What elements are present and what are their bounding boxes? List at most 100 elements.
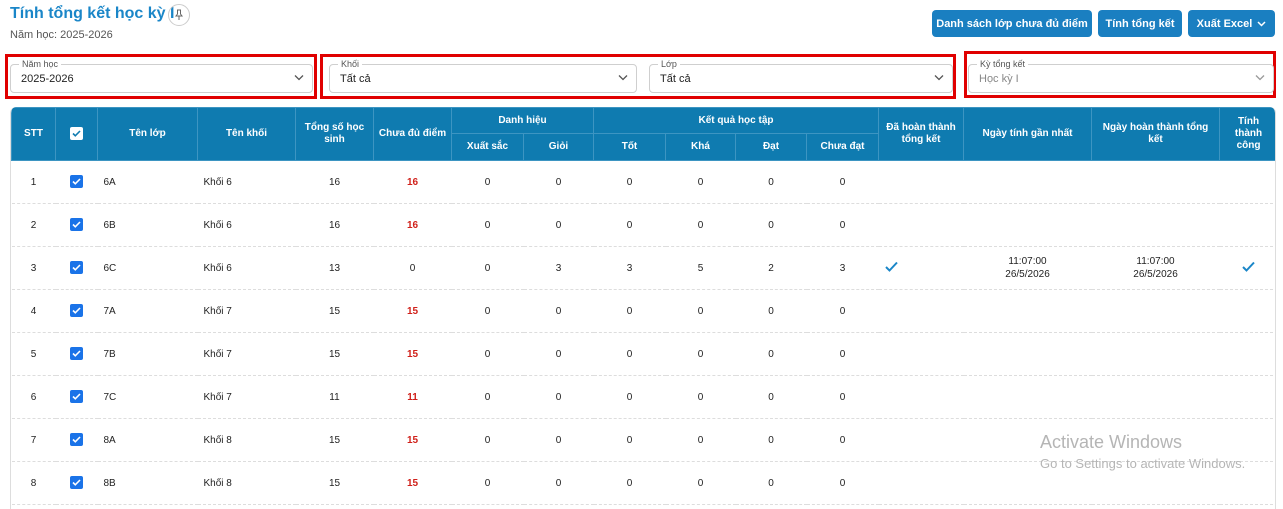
row-result-good: 0: [593, 289, 666, 333]
grade-value: Tất cả: [340, 73, 371, 85]
row-select-cell[interactable]: [55, 375, 98, 419]
row-total-students: 16: [295, 160, 374, 204]
row-checkbox[interactable]: [70, 476, 83, 490]
row-select-cell[interactable]: [55, 203, 98, 247]
pin-icon[interactable]: [168, 4, 190, 26]
row-success-cell: [1219, 160, 1275, 204]
header-incomplete: Chưa đủ điểm: [373, 107, 452, 161]
row-good: 0: [523, 160, 594, 204]
row-grade-name: Khối 6: [197, 160, 296, 204]
table-row: 5 7B Khối 7 15 15 0 0 0 0 0 0: [11, 332, 1275, 376]
row-class-name: 6C: [97, 246, 198, 290]
check-icon: [884, 261, 898, 275]
row-select-cell[interactable]: [55, 461, 98, 505]
row-result-pass: 0: [735, 418, 807, 462]
row-result-pass: 0: [735, 461, 807, 505]
select-all-checkbox[interactable]: [70, 127, 83, 141]
export-excel-button[interactable]: Xuất Excel: [1188, 10, 1275, 37]
row-select-cell[interactable]: [55, 332, 98, 376]
row-good: 0: [523, 461, 594, 505]
row-result-good: 0: [593, 461, 666, 505]
row-done-cell: [878, 289, 964, 333]
row-stt: 6: [11, 375, 56, 419]
school-year-select[interactable]: Năm học 2025-2026: [10, 59, 313, 93]
row-result-good: 0: [593, 203, 666, 247]
row-result-pass: 0: [735, 203, 807, 247]
row-checkbox[interactable]: [70, 304, 83, 318]
row-grade-name: Khối 6: [197, 246, 296, 290]
row-total-students: 11: [295, 375, 374, 419]
header-results: Kết quả học tập: [592, 107, 880, 134]
row-result-fail: 0: [806, 461, 879, 505]
row-checkbox[interactable]: [70, 390, 83, 404]
class-value: Tất cả: [660, 73, 691, 85]
chevron-down-icon: [618, 75, 628, 81]
row-total-students: 15: [295, 289, 374, 333]
row-checkbox[interactable]: [70, 433, 83, 447]
watermark-subtitle: Go to Settings to activate Windows.: [1040, 456, 1246, 471]
row-good: 0: [523, 289, 594, 333]
header-excellent: Xuất sắc: [451, 133, 524, 161]
header-done: Đã hoàn thành tổng kết: [878, 107, 965, 161]
header-select-all[interactable]: [55, 107, 98, 161]
row-select-cell[interactable]: [55, 246, 98, 290]
row-checkbox[interactable]: [70, 261, 83, 275]
class-select[interactable]: Lớp Tất cả: [649, 59, 953, 93]
header-result-fail: Chưa đạt: [805, 133, 880, 161]
chevron-down-icon: [934, 75, 944, 81]
row-incomplete: 15: [373, 332, 452, 376]
row-done-cell: [878, 332, 964, 376]
row-excellent: 0: [451, 289, 524, 333]
row-incomplete: 15: [373, 418, 452, 462]
table-row: 4 7A Khối 7 15 15 0 0 0 0 0 0: [11, 289, 1275, 333]
row-result-good: 0: [593, 332, 666, 376]
table-row: 2 6B Khối 6 16 16 0 0 0 0 0 0: [11, 203, 1275, 247]
row-result-fail: 0: [806, 332, 879, 376]
row-checkbox[interactable]: [70, 347, 83, 361]
row-total-students: 13: [295, 246, 374, 290]
row-result-good: 3: [593, 246, 666, 290]
row-result-fair: 0: [665, 461, 736, 505]
check-icon: [1242, 261, 1255, 275]
header-success: Tính thành công: [1219, 107, 1275, 161]
row-done-cell: [878, 418, 964, 462]
row-checkbox[interactable]: [70, 218, 83, 232]
row-result-fair: 0: [665, 289, 736, 333]
row-done-date: [1091, 375, 1220, 419]
row-select-cell[interactable]: [55, 289, 98, 333]
header-grade-name: Tên khối: [197, 107, 296, 161]
grade-select[interactable]: Khối Tất cả: [329, 59, 637, 93]
header-total-students: Tổng số học sinh: [295, 107, 374, 161]
row-result-fail: 0: [806, 160, 879, 204]
calculate-button[interactable]: Tính tổng kết: [1098, 10, 1182, 37]
row-class-name: 7A: [97, 289, 198, 333]
term-select[interactable]: Kỳ tổng kết Học kỳ I: [968, 59, 1274, 93]
row-incomplete: 15: [373, 461, 452, 505]
row-total-students: 16: [295, 203, 374, 247]
row-select-cell[interactable]: [55, 418, 98, 462]
row-select-cell[interactable]: [55, 160, 98, 204]
table-row: 6 7C Khối 7 11 11 0 0 0 0 0 0: [11, 375, 1275, 419]
school-year-subtitle: Năm học: 2025-2026: [10, 29, 113, 41]
row-result-good: 0: [593, 160, 666, 204]
header-stt: STT: [11, 107, 56, 161]
row-success-cell: [1219, 289, 1275, 333]
row-done-cell: [878, 203, 964, 247]
row-result-fair: 0: [665, 160, 736, 204]
row-good: 0: [523, 375, 594, 419]
row-excellent: 0: [451, 160, 524, 204]
row-last-calc: [963, 332, 1092, 376]
row-incomplete: 0: [373, 246, 452, 290]
row-total-students: 15: [295, 461, 374, 505]
row-class-name: 6B: [97, 203, 198, 247]
row-grade-name: Khối 6: [197, 203, 296, 247]
row-checkbox[interactable]: [70, 175, 83, 189]
header-class-name: Tên lớp: [97, 107, 198, 161]
row-result-fail: 0: [806, 289, 879, 333]
row-stt: 1: [11, 160, 56, 204]
table-row: 3 6C Khối 6 13 0 0 3 3 5 2 3 11:07:00 26/5/2026 11:07…: [11, 246, 1275, 290]
row-class-name: 7C: [97, 375, 198, 419]
row-total-students: 15: [295, 418, 374, 462]
row-grade-name: Khối 7: [197, 332, 296, 376]
incomplete-list-button[interactable]: Danh sách lớp chưa đủ điểm: [932, 10, 1092, 37]
